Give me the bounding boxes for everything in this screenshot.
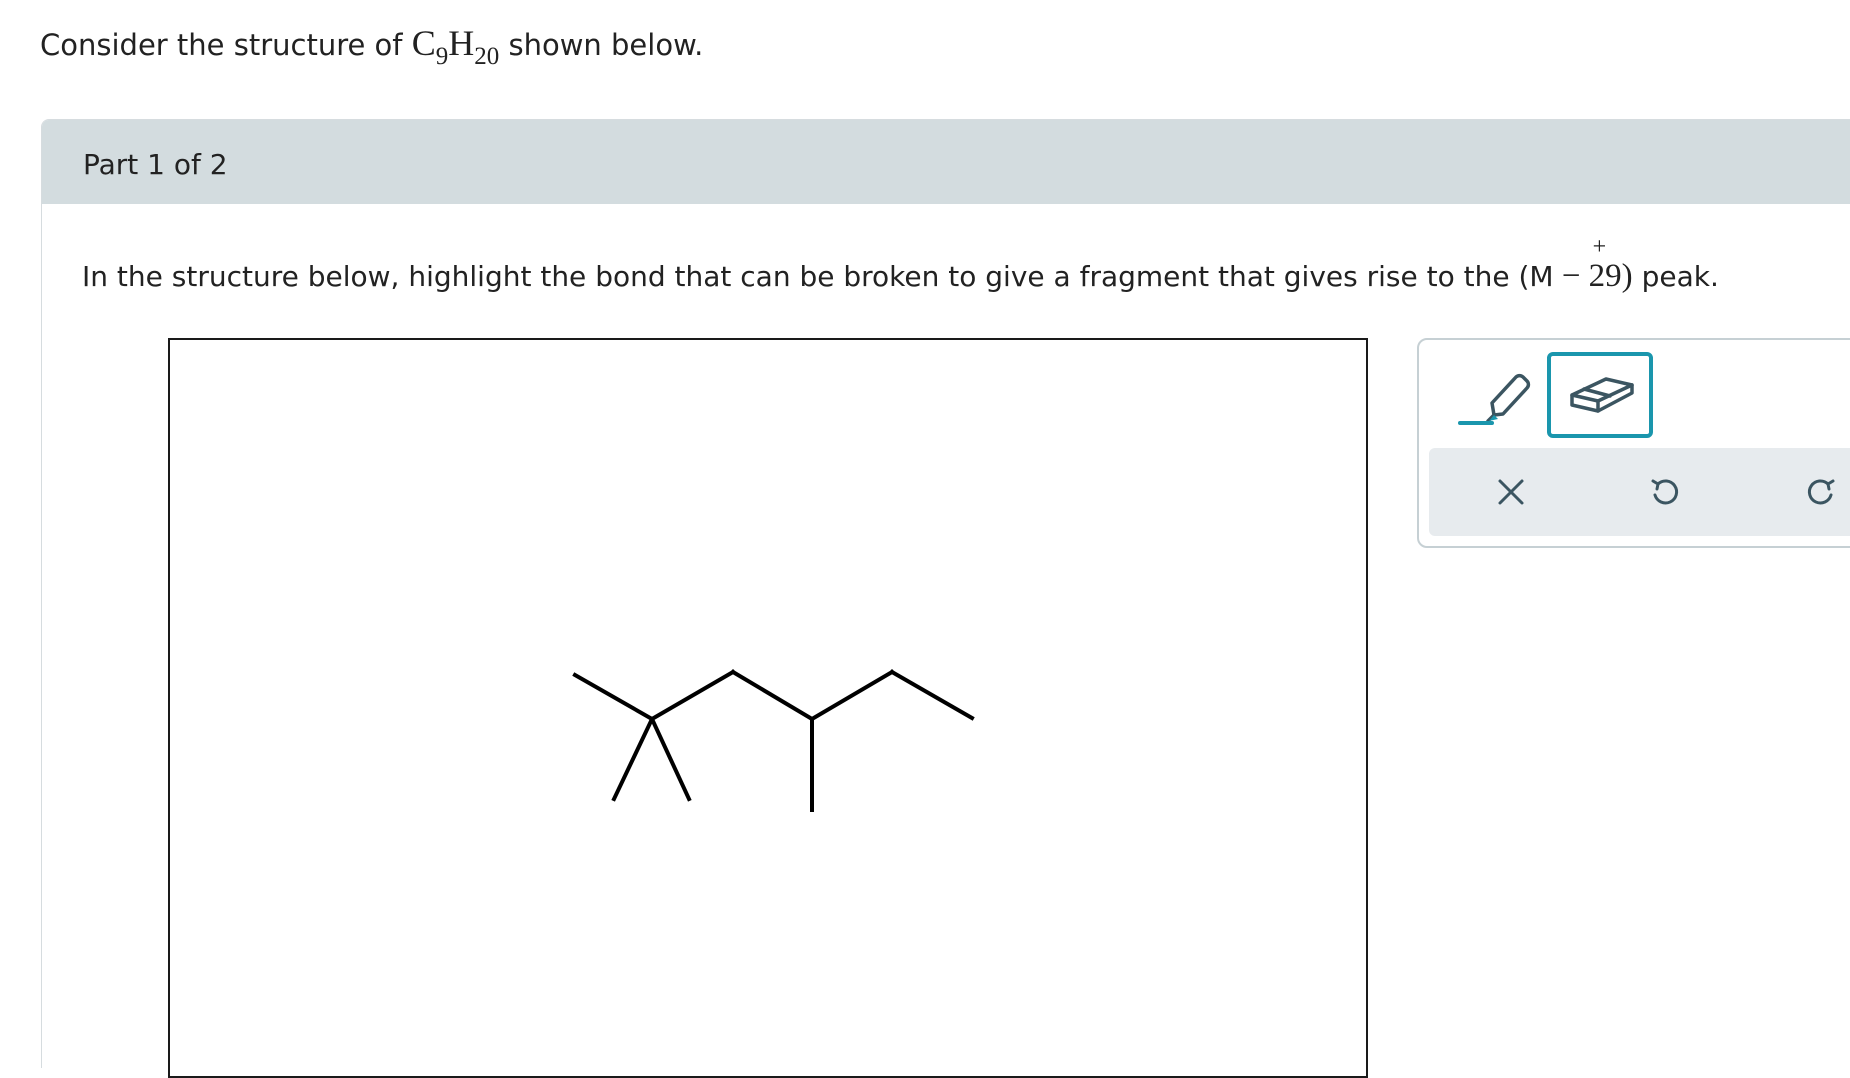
prompt-text-after: shown below. — [499, 28, 704, 62]
bond-ch2-ch[interactable] — [730, 669, 815, 722]
undo-button[interactable] — [1633, 460, 1697, 524]
part-header: Part 1 of 2 — [42, 120, 1850, 204]
question-text-before: In the structure below, highlight the bo… — [82, 260, 1554, 293]
highlighter-icon — [1458, 373, 1531, 425]
prompt-text: Consider the structure of C9H20 shown be… — [40, 22, 704, 70]
redo-button[interactable] — [1789, 460, 1850, 524]
tool-panel — [1417, 338, 1850, 548]
highlight-tool-button[interactable] — [1449, 354, 1539, 434]
bond-ch2-terminal-methyl[interactable] — [889, 669, 975, 721]
bond-methyl-1[interactable] — [572, 672, 655, 722]
question-text-after: peak. — [1632, 260, 1719, 293]
bond-ch-ch2[interactable] — [809, 669, 895, 722]
peak-math: − 29) — [1553, 258, 1633, 294]
eraser-icon — [1570, 377, 1634, 413]
hydrogen-symbol: H — [448, 23, 475, 63]
bond-quaternary-ch2[interactable] — [649, 669, 736, 722]
bond-methyl-3[interactable] — [649, 716, 692, 802]
hydrogen-count: 20 — [474, 43, 500, 70]
prompt-text-before: Consider the structure of — [40, 28, 412, 62]
molecule-structure — [572, 669, 975, 812]
question-text: In the structure below, highlight the bo… — [82, 234, 1719, 295]
clear-button[interactable] — [1479, 460, 1543, 524]
close-icon — [1498, 479, 1524, 505]
redo-icon — [1807, 479, 1835, 505]
bond-methyl-2[interactable] — [611, 716, 655, 802]
action-bar — [1429, 448, 1850, 536]
undo-icon — [1651, 479, 1679, 505]
carbon-count: 9 — [435, 43, 449, 70]
ion-charge: + — [1592, 234, 1607, 260]
part-label: Part 1 of 2 — [83, 148, 228, 181]
eraser-tool-button[interactable] — [1547, 352, 1653, 438]
structure-canvas[interactable] — [168, 338, 1368, 1078]
carbon-symbol: C — [411, 23, 436, 63]
